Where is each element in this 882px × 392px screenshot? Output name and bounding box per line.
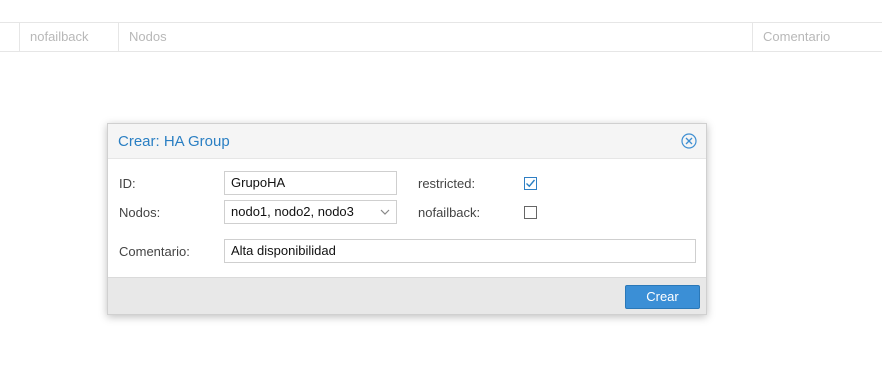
restricted-checkbox[interactable] (524, 177, 537, 190)
comentario-label: Comentario: (119, 244, 190, 259)
id-field[interactable]: GrupoHA (224, 171, 397, 195)
restricted-label: restricted: (418, 176, 476, 191)
chevron-down-icon[interactable] (380, 208, 390, 216)
checkmark-icon (526, 179, 536, 188)
id-label: ID: (119, 176, 136, 191)
close-circle-icon[interactable] (681, 133, 697, 149)
dialog-footer: Crear (108, 277, 706, 314)
crear-button[interactable]: Crear (625, 285, 700, 309)
dialog-title: Crear: HA Group (118, 133, 230, 150)
column-header-comentario[interactable]: Comentario (752, 23, 882, 51)
nodos-label: Nodos: (119, 205, 161, 220)
nodos-selected-value: nodo1, nodo2, nodo3 (231, 204, 354, 219)
grid-column-select[interactable] (0, 23, 19, 51)
nofailback-label: nofailback: (418, 205, 481, 220)
dialog-header: Crear: HA Group (108, 124, 706, 159)
column-header-nodos[interactable]: Nodos (118, 23, 752, 51)
column-header-nofailback[interactable]: nofailback (19, 23, 118, 51)
comentario-field[interactable]: Alta disponibilidad (224, 239, 696, 263)
grid-header: nofailback Nodos Comentario (0, 22, 882, 52)
nofailback-checkbox[interactable] (524, 206, 537, 219)
create-ha-group-dialog: Crear: HA Group ID: GrupoHA Nodos: nodo1… (107, 123, 707, 315)
nodos-select[interactable]: nodo1, nodo2, nodo3 (224, 200, 397, 224)
